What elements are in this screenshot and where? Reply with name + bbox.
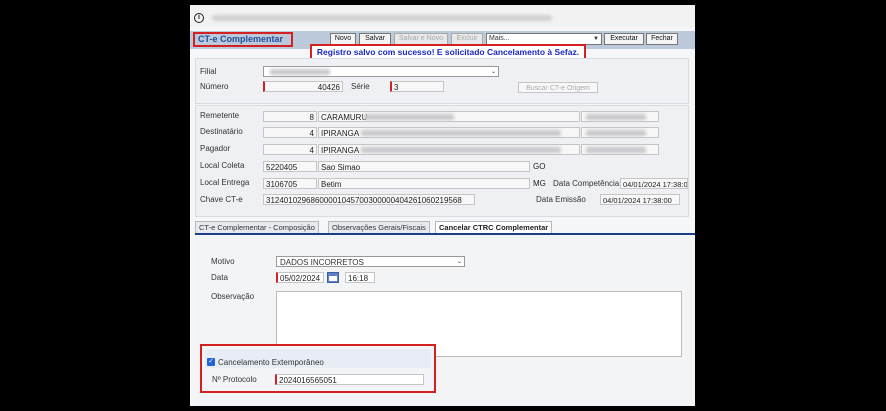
chevron-down-icon: ▼ [593,36,599,42]
filial-select[interactable]: ⌄ [263,66,499,77]
extemporaneo-label: Cancelamento Extemporâneo [218,358,324,367]
partes-panel: Remetente 8 CARAMURU Destinatário 4 IPIR… [195,105,689,217]
mais-select-value: Mais... [489,35,510,42]
calendar-icon[interactable] [327,272,339,283]
pagador-name: IPIRANGA [321,146,360,155]
data-label: Data [211,273,228,282]
tab-cancelar-ctrc[interactable]: Cancelar CTRC Complementar [435,221,553,233]
blurred-text [586,147,646,153]
data-emissao-label: Data Emissão [536,195,586,204]
data-field[interactable]: 05/02/2024 [276,272,324,283]
motivo-value: DADOS INCORRETOS [280,258,364,267]
chave-cte-field[interactable]: 3124010296860000104570030000040426106021… [263,194,475,205]
info-icon[interactable]: i [194,13,204,23]
serie-field[interactable]: 3 [390,81,444,92]
header-panel: Filial ⌄ Número 40426 Série 3 Buscar CT-… [195,58,689,104]
window-bar: i [190,5,695,27]
extemporaneo-checkbox[interactable]: ✓ [207,358,215,366]
entrega-code-field[interactable]: 3106705 [263,178,317,189]
chevron-down-icon: ⌄ [456,259,462,265]
motivo-select[interactable]: DADOS INCORRETOS ⌄ [276,256,465,267]
blurred-text [361,130,561,136]
local-coleta-label: Local Coleta [200,161,245,170]
blurred-text [364,114,454,120]
hora-field[interactable]: 16:18 [345,272,375,283]
destinatario-code-field[interactable]: 4 [263,127,317,138]
remetente-label: Remetente [200,111,240,120]
page-title: CT-e Complementar [193,32,293,47]
observacao-label: Observação [211,292,255,301]
data-competencia-field[interactable]: 04/01/2024 17:38:00 [620,178,688,189]
remetente-code-field[interactable]: 8 [263,111,317,122]
coleta-uf: GO [533,162,546,171]
destinatario-name: IPIRANGA [321,129,360,138]
blurred-text [361,147,561,153]
entrega-city-field[interactable]: Betim [318,178,530,189]
executar-button[interactable]: Executar [604,33,644,45]
blurred-text [586,114,646,120]
fechar-button[interactable]: Fechar [646,33,678,45]
pagador-code-field[interactable]: 4 [263,144,317,155]
pagador-label: Pagador [200,144,231,153]
destinatario-label: Destinatário [200,127,243,136]
buscar-cte-origem-button[interactable]: Buscar CT-e Origem [518,82,598,93]
chave-cte-label: Chave CT-e [200,195,243,204]
motivo-label: Motivo [211,257,235,266]
coleta-code-field[interactable]: 5220405 [263,161,317,172]
local-entrega-label: Local Entrega [200,178,250,187]
numero-field[interactable]: 40426 [263,81,343,92]
blurred-filial [270,69,330,75]
coleta-city-field[interactable]: Sao Simao [318,161,530,172]
data-competencia-label: Data Competência [553,179,620,188]
serie-label: Série [351,82,370,91]
app-window: i CT-e Complementar Novo Salvar Salvar e… [190,5,695,406]
chevron-down-icon: ⌄ [490,69,496,75]
cancelamento-extemporaneo-box: ✓ Cancelamento Extemporâneo Nº Protocolo… [200,344,436,393]
protocolo-label: Nº Protocolo [212,375,257,384]
protocolo-field[interactable]: 2024016565051 [275,374,424,385]
entrega-uf: MG [533,179,546,188]
blurred-text [586,130,646,136]
numero-label: Número [200,82,229,91]
filial-label: Filial [200,67,217,76]
tab-bar: CT-e Complementar - Composição Observaçõ… [195,221,695,234]
remetente-name: CARAMURU [321,113,368,122]
data-emissao-field[interactable]: 04/01/2024 17:38:00 [600,194,680,205]
blurred-window-title [212,15,552,21]
